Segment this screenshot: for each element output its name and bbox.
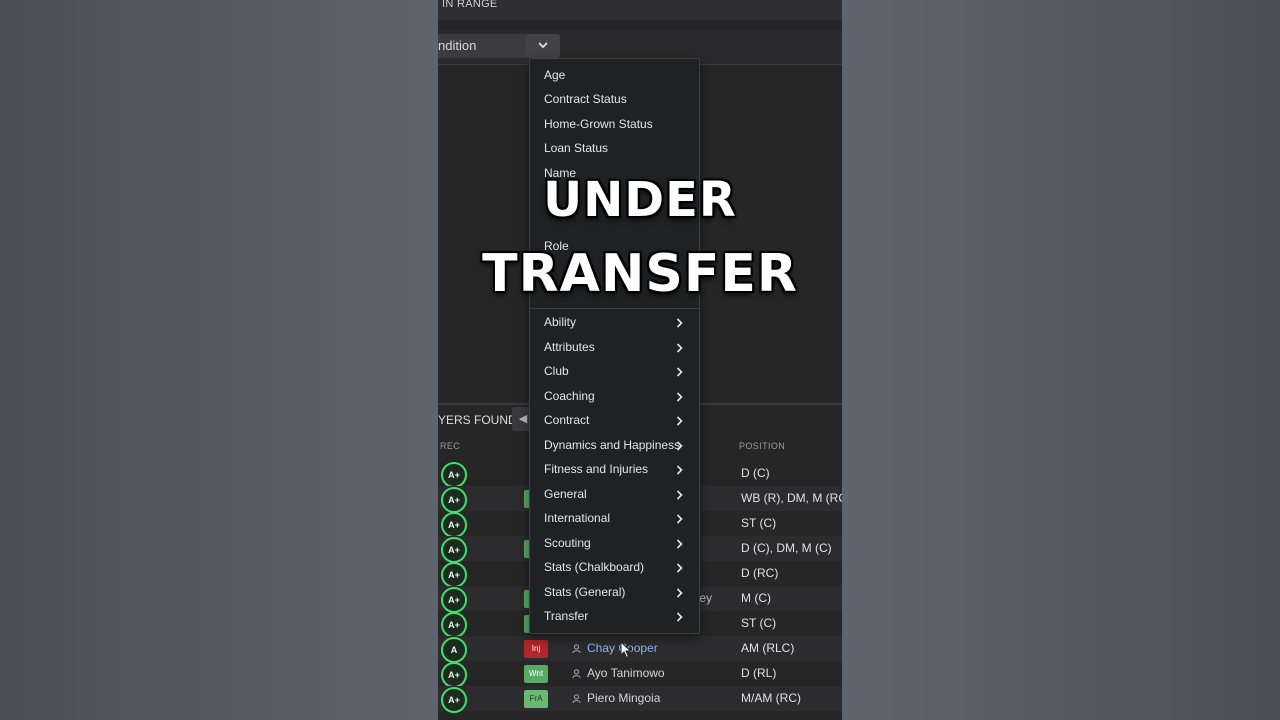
menu-item-coaching[interactable]: Coaching	[544, 389, 595, 403]
menu-item-contract[interactable]: Contract	[544, 413, 589, 427]
condition-dropdown-menu: Age Contract Status Home-Grown Status Loan …	[529, 58, 700, 634]
menu-item-international[interactable]: International	[544, 511, 610, 525]
player-position: M (C)	[741, 591, 771, 605]
chevron-right-icon	[676, 343, 683, 353]
menu-item-dynamics-and-happiness[interactable]: Dynamics and Happiness	[544, 438, 680, 452]
menu-item-home-grown-status[interactable]: Home-Grown Status	[544, 117, 653, 131]
player-position: D (RL)	[741, 666, 777, 680]
mouse-cursor-icon	[620, 641, 632, 659]
header-bar: IN RANGE	[438, 0, 842, 20]
status-tag: FrA	[524, 690, 548, 708]
rec-badge: A+	[441, 512, 467, 538]
menu-item-stats-chalkboard[interactable]: Stats (Chalkboard)	[544, 560, 644, 574]
table-row[interactable]: A+ Wnt Ayo Tanimowo D (RL)	[438, 661, 842, 688]
condition-label: ndition	[438, 38, 477, 53]
player-position: ST (C)	[741, 516, 777, 530]
player-position: D (RC)	[741, 566, 779, 580]
condition-dropdown-button[interactable]	[526, 34, 560, 58]
menu-item-loan-status[interactable]: Loan Status	[544, 141, 608, 155]
background-right	[842, 0, 1280, 720]
chevron-right-icon	[676, 612, 683, 622]
background-left	[0, 0, 438, 720]
person-icon	[572, 669, 581, 678]
menu-separator	[530, 308, 699, 309]
player-position: D (C), DM, M (C)	[741, 541, 832, 555]
overlay-caption-line1: UNDER	[543, 172, 737, 228]
menu-item-ability[interactable]: Ability	[544, 315, 576, 329]
rec-badge: A+	[441, 487, 467, 513]
player-position: D (C)	[741, 466, 770, 480]
rec-badge: A+	[441, 562, 467, 588]
rec-badge: A+	[441, 537, 467, 563]
chevron-right-icon	[676, 563, 683, 573]
overlay-caption-line2: TRANSFER	[482, 244, 798, 304]
column-header-position[interactable]: POSITION	[739, 441, 785, 451]
status-tag: Wnt	[524, 665, 548, 683]
menu-item-club[interactable]: Club	[544, 364, 569, 378]
players-found-label: YERS FOUND	[438, 413, 517, 427]
chevron-right-icon	[676, 514, 683, 524]
menu-item-stats-general[interactable]: Stats (General)	[544, 585, 625, 599]
player-position: AM (RLC)	[741, 641, 795, 655]
table-row[interactable]: A+ FrA Piero Mingoia M/AM (RC)	[438, 686, 842, 713]
chevron-right-icon	[676, 465, 683, 475]
chevron-right-icon	[676, 539, 683, 549]
chevron-right-icon	[676, 588, 683, 598]
chevron-down-icon	[538, 42, 548, 49]
player-position: WB (R), DM, M (RC)	[741, 491, 842, 505]
menu-item-transfer[interactable]: Transfer	[544, 609, 588, 623]
rec-badge: A+	[441, 662, 467, 688]
chevron-right-icon	[676, 416, 683, 426]
menu-item-fitness-and-injuries[interactable]: Fitness and Injuries	[544, 462, 648, 476]
person-icon	[572, 644, 581, 653]
player-name-link[interactable]: Ayo Tanimowo	[572, 666, 665, 680]
player-name-link[interactable]: Piero Mingoia	[572, 691, 660, 705]
rec-badge: A+	[441, 462, 467, 488]
menu-item-age[interactable]: Age	[544, 68, 565, 82]
rec-badge: A	[441, 637, 467, 663]
player-name-link[interactable]: Chay Cooper	[572, 641, 658, 655]
rec-badge: A+	[441, 587, 467, 613]
header-title: IN RANGE	[442, 0, 498, 10]
player-position: M/AM (RC)	[741, 691, 801, 705]
menu-item-scouting[interactable]: Scouting	[544, 536, 591, 550]
chevron-right-icon	[676, 318, 683, 328]
player-name: Ayo Tanimowo	[587, 666, 665, 680]
menu-item-attributes[interactable]: Attributes	[544, 340, 595, 354]
player-name: Piero Mingoia	[587, 691, 661, 705]
chevron-right-icon	[676, 490, 683, 500]
chevron-right-icon	[676, 441, 683, 451]
player-position: ST (C)	[741, 616, 777, 630]
menu-item-general[interactable]: General	[544, 487, 587, 501]
rec-badge: A+	[441, 612, 467, 638]
menu-item-contract-status[interactable]: Contract Status	[544, 92, 627, 106]
person-icon	[572, 694, 581, 703]
table-row[interactable]: A Inj Chay Cooper AM (RLC)	[438, 636, 842, 663]
status-tag: Inj	[524, 640, 548, 658]
rec-badge: A+	[441, 687, 467, 713]
chevron-right-icon	[676, 367, 683, 377]
chevron-right-icon	[676, 392, 683, 402]
column-header-rec[interactable]: REC	[440, 441, 460, 451]
